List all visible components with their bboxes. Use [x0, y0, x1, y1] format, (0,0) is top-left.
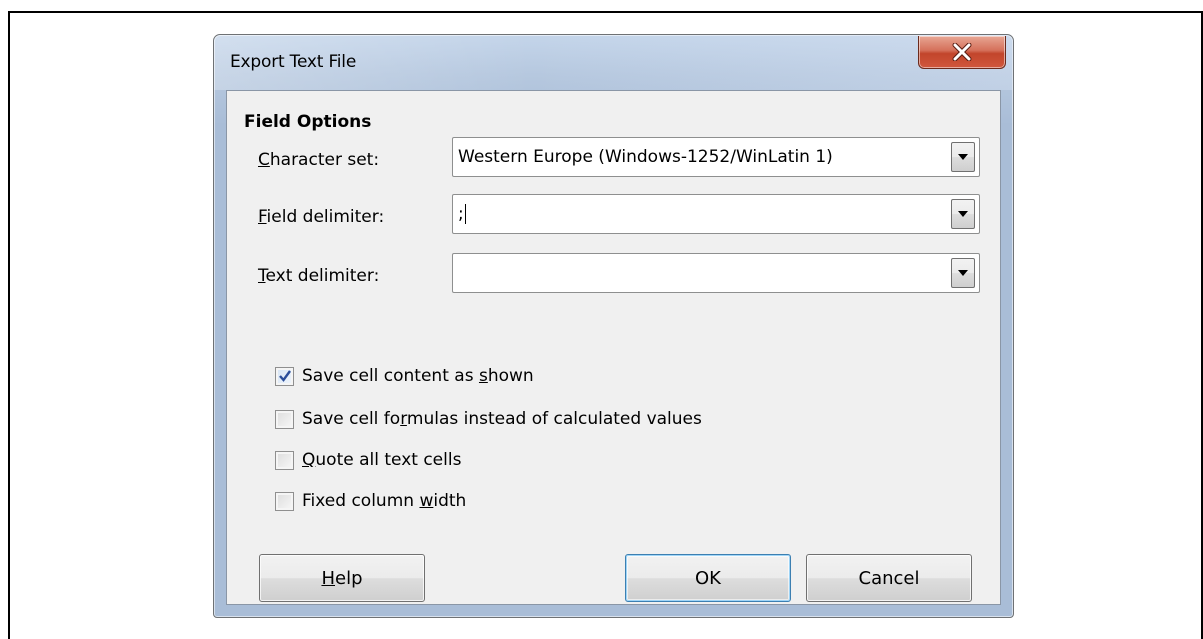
field-delimiter-input[interactable]: ;: [458, 195, 466, 233]
fixed-column-width-checkbox[interactable]: [275, 491, 294, 511]
export-text-file-dialog: Export Text File Field Options Character…: [213, 34, 1014, 618]
character-set-select[interactable]: Western Europe (Windows-1252/WinLatin 1): [452, 137, 980, 177]
checkbox-row-quote-text[interactable]: Quote all text cells: [275, 448, 461, 472]
cancel-button[interactable]: Cancel: [806, 554, 972, 602]
checkbox-row-fixed-width[interactable]: Fixed column width: [275, 489, 466, 513]
ok-button[interactable]: OK: [625, 554, 791, 602]
quote-text-cells-label: Quote all text cells: [302, 450, 462, 470]
field-delimiter-combo[interactable]: ;: [452, 194, 980, 234]
check-icon: [279, 369, 291, 382]
text-delimiter-dropdown-button[interactable]: [951, 258, 975, 288]
dialog-body: Field Options Character set: Western Eur…: [226, 90, 1001, 605]
field-delimiter-value: ;: [458, 204, 464, 224]
save-as-shown-checkbox[interactable]: [275, 366, 294, 386]
text-delimiter-combo[interactable]: [452, 253, 980, 293]
fixed-column-width-label: Fixed column width: [302, 491, 467, 511]
text-delimiter-label: Text delimiter:: [258, 266, 380, 286]
chevron-down-icon: [958, 211, 968, 217]
character-set-label: Character set:: [258, 150, 380, 170]
save-as-shown-label: Save cell content as shown: [302, 366, 534, 386]
chevron-down-icon: [958, 154, 968, 160]
checkbox-row-save-formulas[interactable]: Save cell formulas instead of calculated…: [275, 407, 702, 431]
close-button[interactable]: [918, 36, 1006, 69]
close-icon: [952, 43, 972, 61]
help-button[interactable]: Help: [259, 554, 425, 602]
field-delimiter-dropdown-button[interactable]: [951, 199, 975, 229]
character-set-value: Western Europe (Windows-1252/WinLatin 1): [458, 147, 833, 167]
section-title-field-options: Field Options: [244, 112, 372, 132]
save-formulas-label: Save cell formulas instead of calculated…: [302, 409, 702, 429]
text-caret: [464, 204, 466, 224]
field-delimiter-label: Field delimiter:: [258, 207, 385, 227]
character-set-dropdown-button[interactable]: [951, 142, 975, 172]
quote-text-cells-checkbox[interactable]: [275, 450, 294, 470]
window-title: Export Text File: [230, 52, 357, 72]
save-formulas-checkbox[interactable]: [275, 409, 294, 429]
chevron-down-icon: [958, 270, 968, 276]
checkbox-row-save-as-shown[interactable]: Save cell content as shown: [275, 364, 534, 388]
